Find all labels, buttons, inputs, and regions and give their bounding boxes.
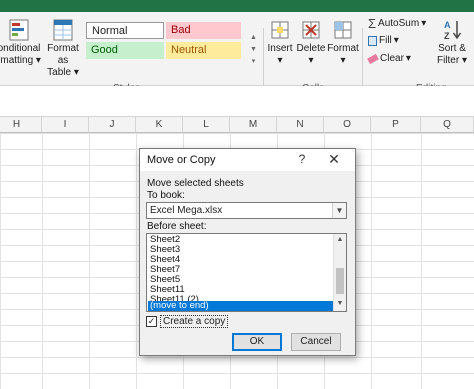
clear-label: Clear — [380, 53, 404, 64]
style-good[interactable]: Good — [86, 42, 164, 59]
move-or-copy-dialog: Move or Copy ? ✕ Move selected sheets To… — [139, 148, 356, 356]
format-cells-icon — [334, 21, 352, 39]
chevron-down-icon: ▾ — [393, 35, 399, 46]
ribbon: onditional rmatting ▾ Format as Table ▾ … — [0, 12, 474, 94]
delete-label: Delete — [296, 43, 326, 54]
column-header-l[interactable]: L — [183, 117, 230, 133]
column-header-q[interactable]: Q — [421, 117, 474, 133]
close-icon[interactable]: ✕ — [326, 151, 342, 168]
format-as-table-button[interactable]: Format as Table ▾ — [42, 18, 84, 79]
insert-button[interactable]: Insert ▾ — [265, 18, 295, 67]
to-book-value: Excel Mega.xlsx — [150, 205, 223, 216]
divider — [362, 28, 363, 92]
chevron-down-icon: ▾ — [340, 55, 346, 66]
style-bad[interactable]: Bad — [166, 22, 241, 39]
ok-button[interactable]: OK — [232, 333, 282, 351]
column-header-j[interactable]: J — [89, 117, 136, 133]
list-scrollbar[interactable]: ▲ ▼ — [333, 234, 346, 311]
chevron-down-icon: ▾ — [421, 18, 427, 29]
insert-label: Insert — [267, 43, 293, 54]
help-icon[interactable]: ? — [295, 152, 309, 166]
chevron-down-icon: ▾ — [33, 55, 41, 66]
column-header-k[interactable]: K — [136, 117, 183, 133]
gridline — [421, 133, 422, 389]
before-sheet-label: Before sheet: — [147, 221, 207, 232]
scrollbar-thumb[interactable] — [336, 268, 344, 294]
scroll-down-icon[interactable]: ▼ — [250, 44, 257, 56]
column-header-i[interactable]: I — [42, 117, 89, 133]
column-header-h[interactable]: H — [0, 117, 42, 133]
autosum-label: AutoSum — [378, 18, 420, 29]
checkmark-icon[interactable]: ✓ — [146, 316, 157, 327]
style-normal-label: Normal — [92, 25, 128, 37]
title-bar-strip — [0, 0, 474, 12]
to-book-label: To book: — [147, 190, 185, 201]
format-button[interactable]: Format ▾ — [327, 18, 359, 67]
sigma-icon: Σ — [368, 16, 377, 31]
gridline — [89, 133, 90, 389]
style-good-label: Good — [91, 44, 118, 56]
scroll-up-icon[interactable]: ▲ — [250, 32, 257, 44]
column-header-n[interactable]: N — [277, 117, 324, 133]
sort-filter-button[interactable]: A Z Sort & Filter ▾ — [432, 18, 472, 67]
delete-icon — [302, 21, 320, 39]
style-neutral[interactable]: Neutral — [166, 42, 241, 59]
column-header-o[interactable]: O — [324, 117, 371, 133]
svg-text:Z: Z — [444, 31, 450, 41]
eraser-icon — [367, 53, 379, 64]
gridline — [136, 133, 137, 389]
fill-button[interactable]: Fill ▾ — [368, 35, 399, 46]
more-icon[interactable]: ▾ — [252, 56, 256, 68]
insert-icon — [271, 21, 289, 39]
chevron-down-icon: ▾ — [405, 53, 411, 64]
chevron-down-icon[interactable]: ▼ — [332, 203, 346, 218]
column-header-m[interactable]: M — [230, 117, 277, 133]
chevron-down-icon: ▾ — [277, 55, 283, 66]
formula-bar-area — [0, 86, 474, 117]
autosum-button[interactable]: Σ AutoSum ▾ — [368, 16, 426, 31]
chevron-down-icon: ▾ — [71, 67, 79, 78]
create-copy-label: Create a copy — [160, 315, 229, 328]
clear-button[interactable]: Clear ▾ — [367, 53, 411, 64]
style-neutral-label: Neutral — [171, 44, 207, 56]
format-as-table-icon — [53, 19, 73, 41]
style-normal[interactable]: Normal — [86, 22, 164, 39]
scroll-up-icon[interactable]: ▲ — [334, 234, 346, 246]
gridline — [42, 133, 43, 389]
fill-down-icon — [368, 35, 377, 46]
cancel-button[interactable]: Cancel — [291, 333, 341, 351]
dialog-titlebar[interactable]: Move or Copy ? ✕ — [140, 149, 355, 171]
dialog-title: Move or Copy — [147, 154, 216, 166]
conditional-formatting-icon — [9, 19, 29, 41]
conditional-formatting-button[interactable]: onditional rmatting ▾ — [0, 18, 44, 67]
chevron-down-icon: ▾ — [459, 55, 468, 66]
format-label: Format — [327, 43, 359, 54]
scroll-down-icon[interactable]: ▼ — [334, 298, 346, 310]
divider — [263, 28, 264, 92]
styles-gallery-scroll[interactable]: ▲ ▼ ▾ — [247, 32, 260, 82]
style-bad-label: Bad — [171, 24, 191, 36]
chevron-down-icon: ▾ — [308, 55, 314, 66]
svg-text:A: A — [444, 20, 451, 30]
gridline — [371, 133, 372, 389]
list-item-selected[interactable]: (move to end) — [148, 301, 334, 311]
delete-button[interactable]: Delete ▾ — [296, 18, 326, 67]
to-book-dropdown[interactable]: Excel Mega.xlsx ▼ — [146, 202, 347, 219]
sort-az-icon: A Z — [444, 20, 462, 41]
column-header-p[interactable]: P — [371, 117, 421, 133]
move-selected-sheets-label: Move selected sheets — [147, 178, 244, 189]
fill-label: Fill — [379, 35, 392, 46]
before-sheet-list[interactable]: Sheet2 Sheet3 Sheet4 Sheet7 Sheet5 Sheet… — [146, 233, 347, 312]
create-copy-checkbox[interactable]: ✓ Create a copy — [146, 315, 229, 328]
